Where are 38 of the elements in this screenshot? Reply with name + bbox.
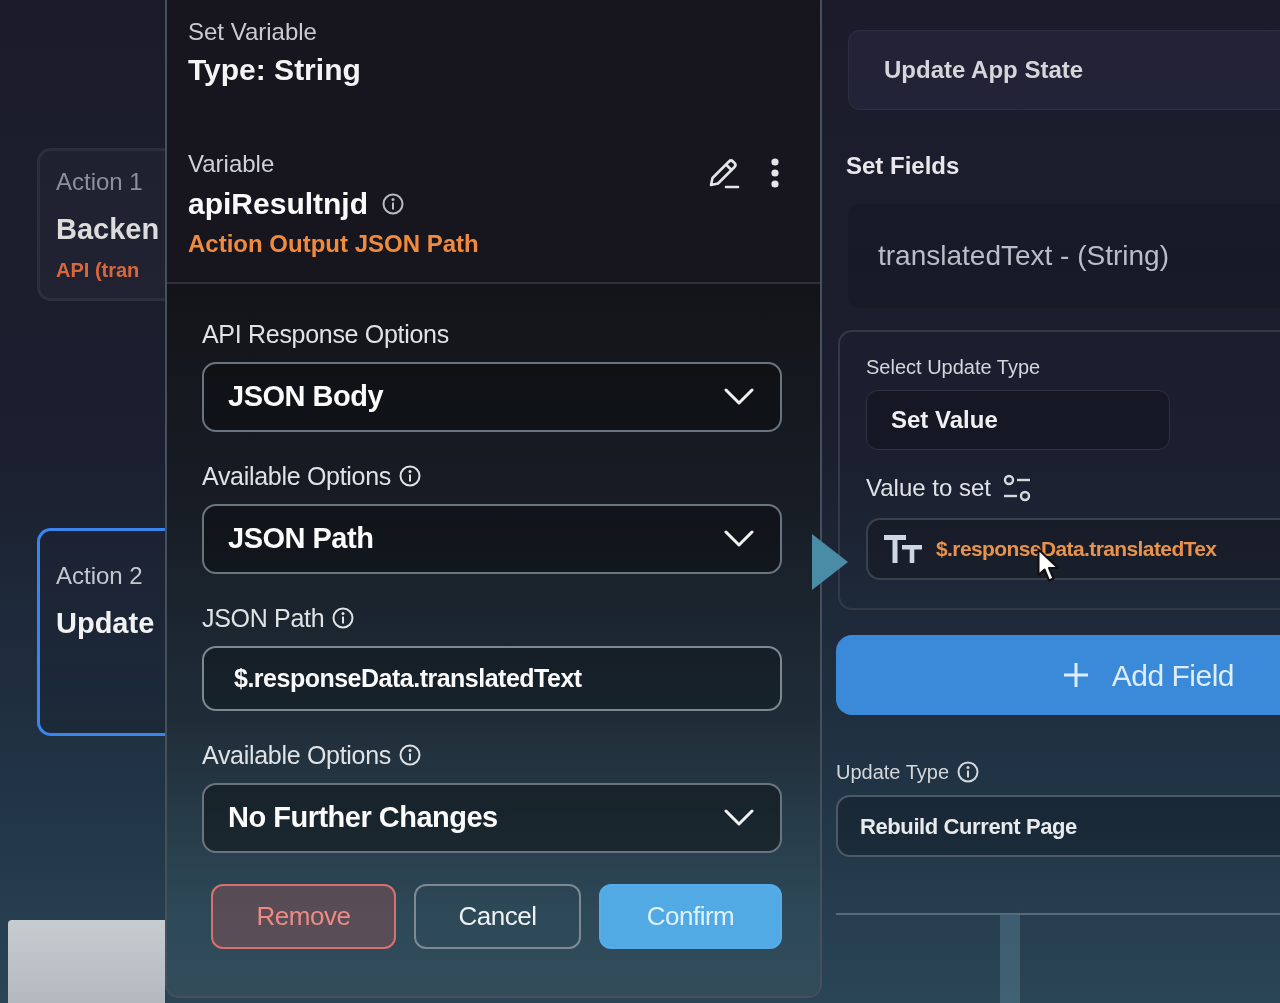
field-label: API Response Options [202,319,449,350]
variable-label: Variable [188,149,276,179]
field-label: Value to set [866,473,991,503]
chevron-down-icon [724,530,754,548]
action-subtitle: API (tran [56,258,141,283]
callout-arrow-icon [812,534,848,590]
action-label: Action 1 [56,167,144,197]
section-heading: Set Fields [846,151,961,181]
action-type-title: Update App State [848,30,1280,110]
field-label: Available Options [202,740,391,771]
sliders-icon[interactable] [1002,474,1031,502]
chevron-down-icon [724,809,754,827]
field-name-row[interactable]: translatedText - (String) [848,204,1280,308]
action-title: Backen [56,212,161,247]
field-label: Update Type [836,760,950,785]
dialog-subtitle: Set Variable [188,17,318,47]
action-card[interactable]: Action 2 Update [37,528,165,736]
dropdown[interactable]: JSON Body [202,362,782,432]
action-card[interactable]: Action 1 Backen API (tran [37,148,165,301]
dropdown[interactable]: No Further Changes [202,783,782,853]
chevron-down-icon [724,388,754,406]
value-field[interactable]: $.responseData.translatedTex [866,518,1280,580]
action-title: Update [56,606,156,641]
variable-name: apiResultnjd [188,186,368,222]
field-label: JSON Path [202,603,325,634]
action-label: Action 2 [56,561,144,591]
cancel-button[interactable]: Cancel [414,884,581,949]
field-label: Select Update Type [866,355,1042,380]
dropdown[interactable]: JSON Path [202,504,782,574]
update-type-select[interactable]: Set Value [866,390,1170,450]
text-input[interactable]: $.responseData.translatedText [202,646,782,711]
more-options-icon[interactable] [770,158,780,188]
field-label: Available Options [202,461,391,492]
variable-source: Action Output JSON Path [188,229,479,259]
dialog-title: Type: String [188,52,362,88]
text-type-icon [884,534,922,564]
update-type-select[interactable]: Rebuild Current Page [836,795,1280,857]
plus-icon [1063,663,1088,687]
